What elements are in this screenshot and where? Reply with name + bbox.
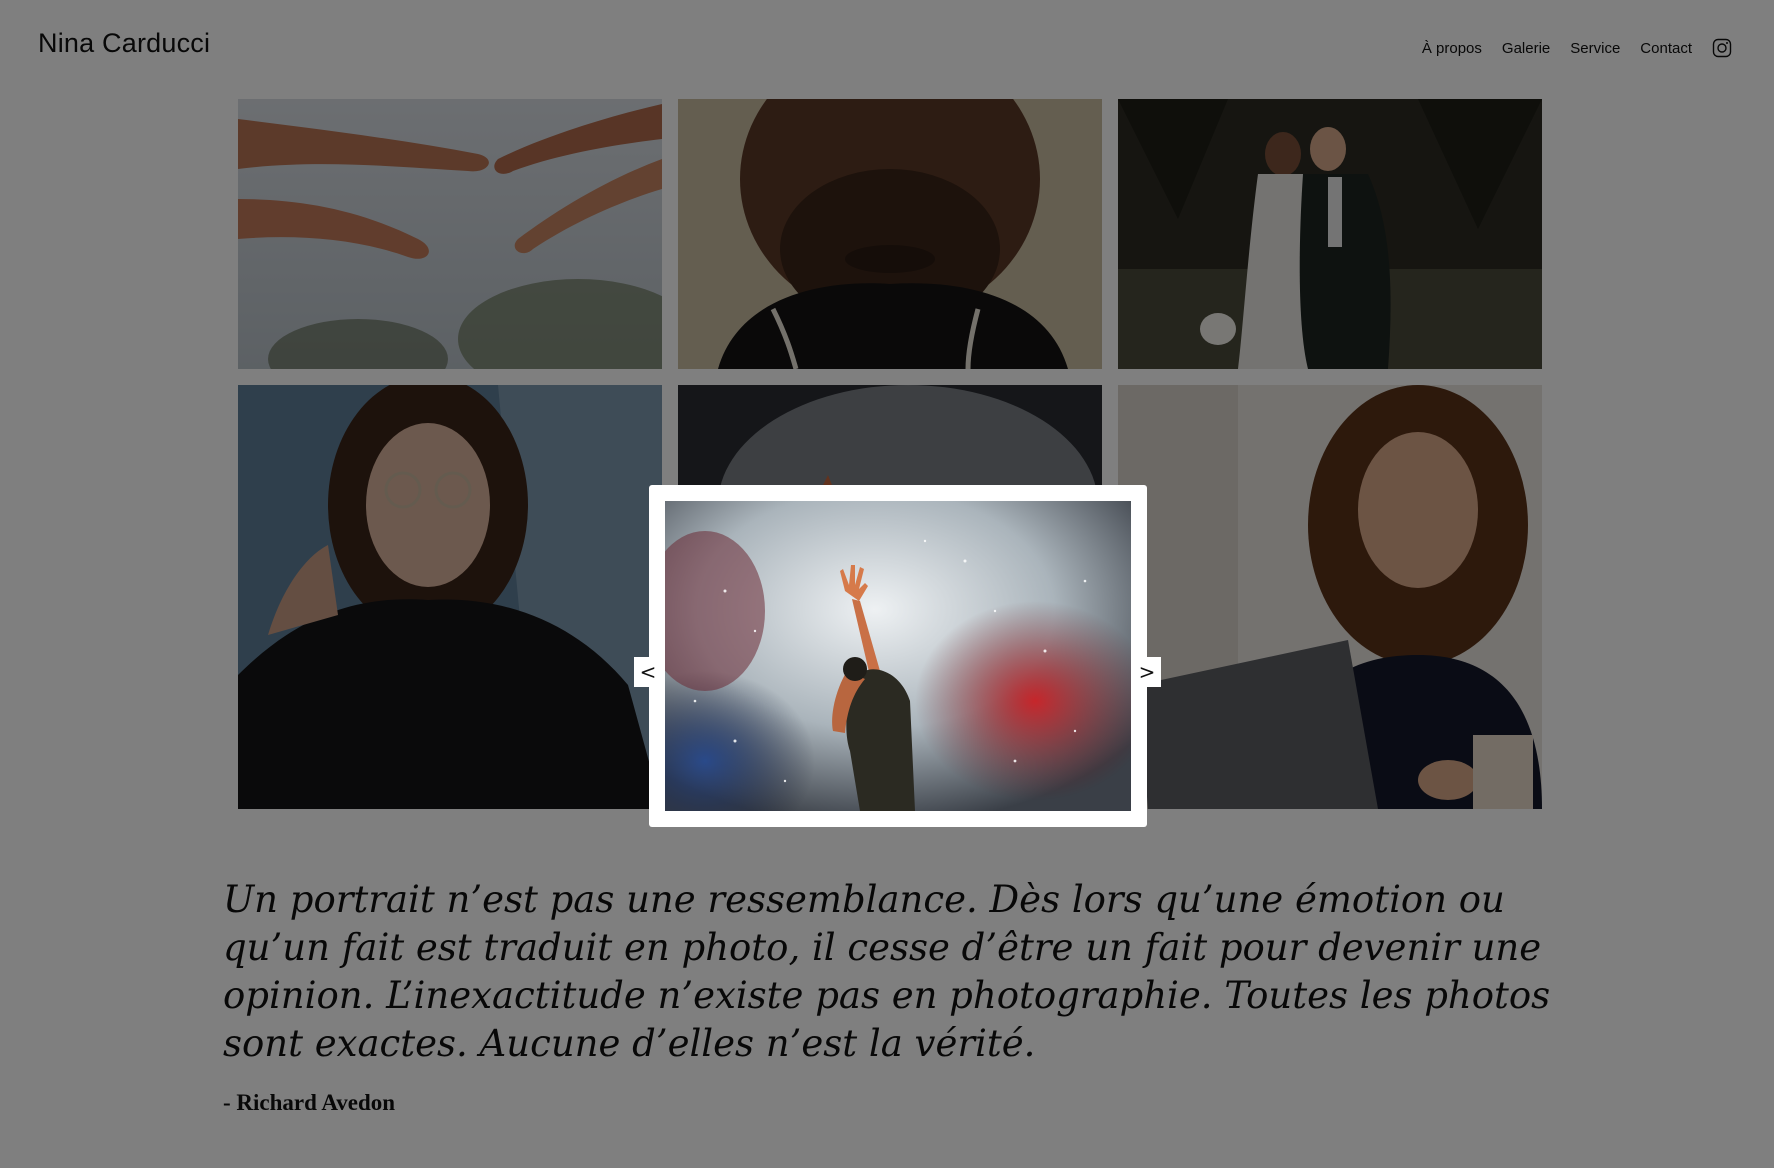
lightbox-next-button[interactable]: > — [1133, 657, 1161, 687]
lightbox-prev-button[interactable]: < — [634, 657, 662, 687]
page: Nina Carducci À propos Galerie Service C… — [0, 0, 1774, 1168]
lightbox-modal — [649, 485, 1147, 827]
lightbox-image — [665, 501, 1131, 811]
